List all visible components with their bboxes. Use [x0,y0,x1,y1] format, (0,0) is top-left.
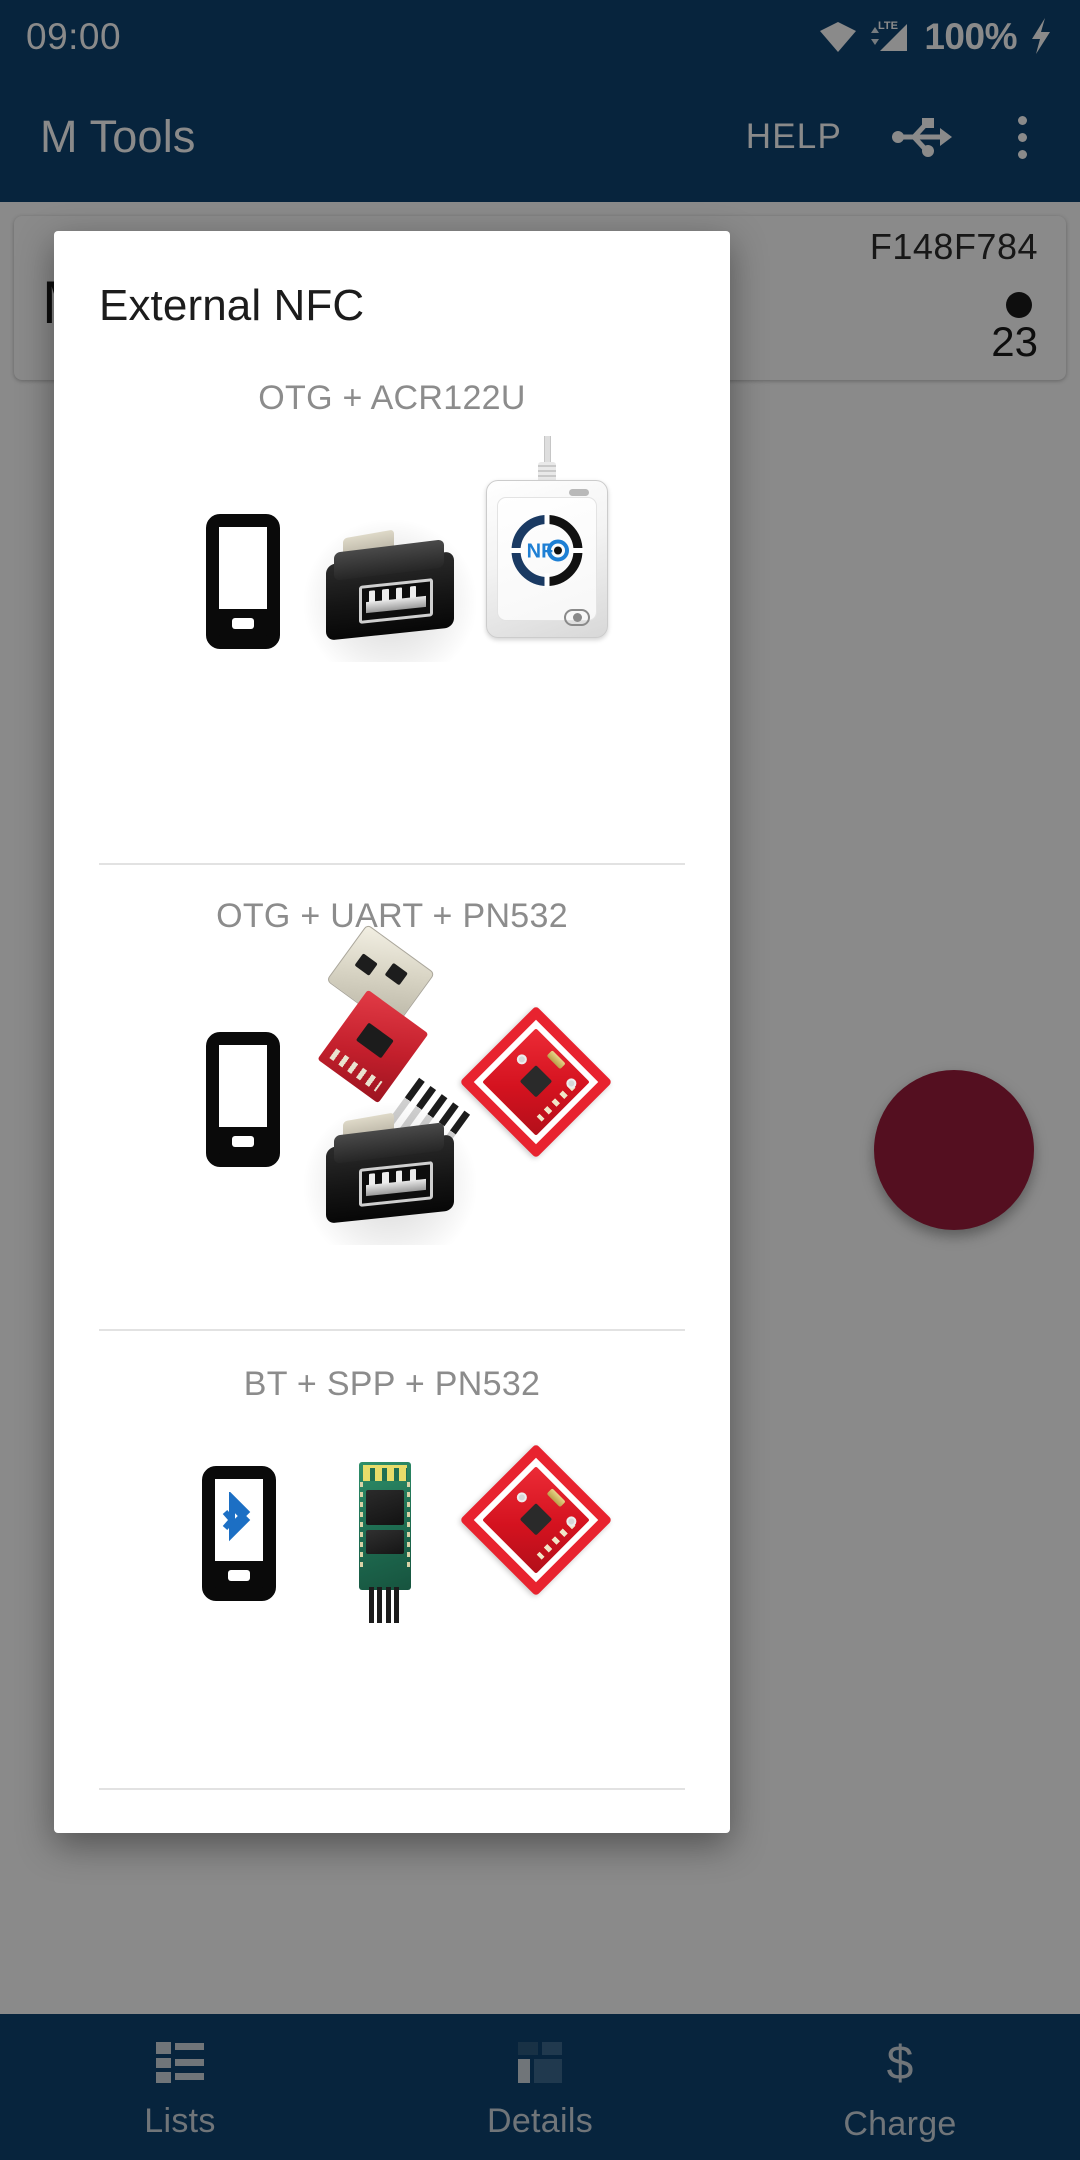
hc05-module-icon [359,1462,411,1624]
figure-otg-uart-pn532 [54,923,730,1316]
figure-bt-spp-pn532 [54,1404,730,1734]
phone-bluetooth-icon [202,1466,276,1601]
list-icon [156,2041,204,2083]
battery-percent-label: 100% [924,15,1017,57]
overflow-menu-icon [1017,115,1027,125]
figure-otg-acr122u: NF [54,418,730,838]
floating-action-button[interactable] [874,1070,1034,1230]
overflow-menu-icon [1017,132,1027,142]
battery-charging-icon [1032,18,1050,54]
section-divider [99,1788,685,1790]
dashboard-icon [518,2041,562,2083]
record-status-dot [1006,292,1032,318]
nfc-option-bt-spp-pn532[interactable]: BT + SPP + PN532 [54,1333,730,1803]
dollar-icon: $ [887,2037,914,2089]
section-label-otg-acr122u: OTG + ACR122U [258,379,526,417]
page-title: M Tools [40,111,196,162]
bottom-navigation: Lists Details $ Charge [0,2014,1080,2160]
acr122u-reader-icon: NF [486,436,608,638]
nav-label-lists: Lists [144,2101,216,2140]
section-label-bt-spp-pn532: BT + SPP + PN532 [243,1365,541,1403]
usb-uart-adapter-icon [310,923,471,1167]
svg-text:$: $ [887,2037,914,2089]
help-button[interactable]: HELP [736,109,852,165]
phone-icon [206,1032,280,1167]
phone-screen-root: 09:00 LTE 100% M Tools HELP F148F784 23 … [0,0,1080,2160]
status-clock: 09:00 [26,15,122,57]
overflow-menu-button[interactable] [994,100,1050,174]
usb-button[interactable] [886,100,960,174]
phone-home-button [231,1136,255,1147]
phone-screen-area [219,527,267,609]
dialog-title: External NFC [99,281,365,330]
wifi-icon [820,22,857,52]
app-bar: M Tools HELP [0,72,1080,202]
phone-screen-area [219,1045,267,1127]
phone-home-button [227,1570,251,1581]
phone-screen-area [215,1479,263,1561]
phone-home-button [231,618,255,629]
bluetooth-icon [222,1492,251,1542]
usb-icon [892,118,952,157]
nfc-logo-icon: NF [510,513,584,592]
pn532-board-icon [459,1443,613,1597]
certification-mark-icon [564,609,591,627]
nav-label-charge: Charge [843,2104,957,2143]
overflow-menu-icon [1017,149,1027,159]
section-divider [99,863,685,865]
nfc-option-otg-uart-pn532[interactable]: OTG + UART + PN532 [54,867,730,1333]
phone-icon [206,514,280,649]
app-bar-actions: HELP [736,100,1050,174]
nfc-option-otg-acr122u[interactable]: OTG + ACR122U NF [54,355,730,867]
nav-item-charge[interactable]: $ Charge [720,2014,1080,2160]
otg-adapter-icon [304,1103,476,1245]
section-divider [99,1329,685,1331]
dialog-body: OTG + ACR122U NF OTG + UART + PN532 BT +… [54,355,730,1833]
status-bar: 09:00 LTE 100% [0,0,1080,72]
lte-signal-icon: LTE [871,20,908,51]
status-bar-icons: LTE 100% [818,16,1054,56]
nav-item-details[interactable]: Details [360,2014,720,2160]
record-count: 23 [991,318,1038,365]
section-label-otg-uart-pn532: OTG + UART + PN532 [216,897,568,935]
nav-label-details: Details [486,2101,594,2140]
otg-adapter-icon [304,520,476,662]
nav-item-lists[interactable]: Lists [0,2014,360,2160]
pn532-board-icon [459,1005,613,1159]
record-uid: F148F784 [869,226,1038,267]
svg-text:LTE: LTE [878,20,898,32]
external-nfc-dialog: External NFC OTG + ACR122U NF OTG + UART… [54,231,730,1833]
